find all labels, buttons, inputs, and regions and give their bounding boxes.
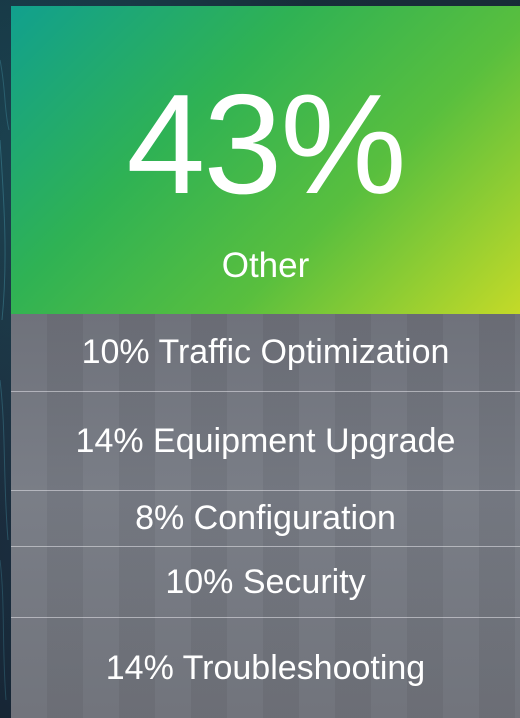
- stats-panel: 43% Other 10% Traffic Optimization 14% E…: [11, 6, 520, 718]
- breakdown-item-security: 10% Security: [11, 547, 520, 618]
- breakdown-item-traffic-optimization: 10% Traffic Optimization: [11, 314, 520, 392]
- headline-percentage: 43%: [126, 65, 406, 224]
- breakdown-item-configuration: 8% Configuration: [11, 491, 520, 547]
- headline-card: 43% Other: [11, 6, 520, 314]
- breakdown-item-equipment-upgrade: 14% Equipment Upgrade: [11, 392, 520, 491]
- headline-label: Other: [221, 246, 310, 285]
- breakdown-list: 10% Traffic Optimization 14% Equipment U…: [11, 314, 520, 718]
- breakdown-item-troubleshooting: 14% Troubleshooting: [105, 648, 426, 687]
